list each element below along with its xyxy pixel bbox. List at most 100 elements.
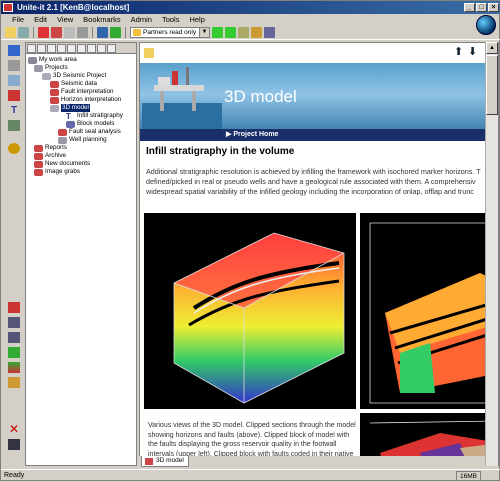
tree-toolbar xyxy=(26,43,136,54)
tree-item-archive[interactable]: Archive xyxy=(34,152,66,160)
model-tab-icon xyxy=(145,458,153,465)
properties-icon[interactable] xyxy=(97,27,108,38)
tree-item-projects[interactable]: Projects xyxy=(34,64,68,72)
tree-folder-icon[interactable] xyxy=(47,44,56,53)
tree-item-3d-seismic-project[interactable]: 3D Seismic Project xyxy=(42,72,106,80)
paste-icon[interactable] xyxy=(77,27,88,38)
tree-item-fault-interpretation[interactable]: Fault interpretation xyxy=(50,88,114,96)
terminal-icon[interactable] xyxy=(8,439,20,450)
title-bar: Unite-it 2.1 [KenB@localhost] _ □ × xyxy=(1,1,500,14)
tree-item-seismic-data[interactable]: Seismic data xyxy=(50,80,97,88)
open-folder-icon[interactable] xyxy=(5,27,16,38)
back-icon[interactable] xyxy=(212,27,223,38)
menu-help[interactable]: Help xyxy=(184,14,209,26)
save-icon[interactable] xyxy=(18,27,29,38)
vertical-scrollbar[interactable]: ▲ xyxy=(485,42,498,466)
project-icon xyxy=(42,72,51,80)
document-toolbar: ⬆ ⬇ xyxy=(140,43,498,63)
tools-icon[interactable] xyxy=(8,143,20,154)
access-filter-value: Partners read only xyxy=(143,29,197,36)
map-icon[interactable] xyxy=(8,362,20,373)
project-tree: My work area Projects 3D Seismic Project… xyxy=(25,42,137,466)
minimize-button[interactable]: _ xyxy=(464,3,475,12)
tree-new-icon[interactable] xyxy=(27,44,36,53)
tree-collapse-icon[interactable] xyxy=(87,44,96,53)
tab-3d-model[interactable]: 3D model xyxy=(141,456,189,467)
arrow-down-icon[interactable]: ⬇ xyxy=(468,45,477,58)
tree-item-new-documents[interactable]: New documents xyxy=(34,160,90,168)
monitor-icon[interactable] xyxy=(8,317,20,328)
grid-icon[interactable] xyxy=(8,45,20,56)
chart-icon[interactable] xyxy=(8,377,20,388)
status-text: Ready xyxy=(4,472,25,479)
copy-icon[interactable] xyxy=(64,27,75,38)
tree-view-icon[interactable] xyxy=(77,44,86,53)
status-bar: Ready 16MB xyxy=(1,469,500,482)
menu-tools[interactable]: Tools xyxy=(157,14,185,26)
tree-doc-icon[interactable] xyxy=(37,44,46,53)
close-panel-icon[interactable] xyxy=(8,302,20,313)
close-button[interactable]: × xyxy=(488,3,499,12)
arrow-up-icon[interactable]: ⬆ xyxy=(454,45,463,58)
chevron-down-icon[interactable]: ▼ xyxy=(199,28,209,37)
forward-icon[interactable] xyxy=(225,27,236,38)
section-heading: Infill stratigraphy in the volume xyxy=(146,146,295,157)
tree-item-block-models[interactable]: Block models xyxy=(66,120,114,128)
menu-view[interactable]: View xyxy=(52,14,78,26)
refresh-icon[interactable] xyxy=(110,27,121,38)
triangle-icon[interactable] xyxy=(8,347,20,358)
menu-bookmarks[interactable]: Bookmarks xyxy=(78,14,126,26)
workarea-icon xyxy=(28,56,37,64)
tree-filter-icon[interactable] xyxy=(67,44,76,53)
print-preview-icon[interactable] xyxy=(8,332,20,343)
block-icon xyxy=(66,120,75,128)
tree-item-well-planning[interactable]: Well planning xyxy=(58,136,107,144)
new-doc-icon xyxy=(34,160,43,168)
home-icon[interactable] xyxy=(251,27,262,38)
main-toolbar: Partners read only ▼ xyxy=(1,26,500,40)
cancel-icon[interactable]: ✕ xyxy=(8,423,20,435)
tree-prev-icon[interactable] xyxy=(97,44,106,53)
tree-home-icon[interactable] xyxy=(57,44,66,53)
access-filter-select[interactable]: Partners read only ▼ xyxy=(130,27,210,38)
breadcrumb-project-home[interactable]: ▶ Project Home xyxy=(140,129,498,141)
tree-item-reports[interactable]: Reports xyxy=(34,144,67,152)
cut-icon[interactable] xyxy=(51,27,62,38)
oil-platform-icon xyxy=(142,67,222,129)
page-banner: 3D model ▶ Project Home xyxy=(140,63,498,141)
scroll-up-icon[interactable]: ▲ xyxy=(486,42,498,54)
tree-item-infill-stratigraphy[interactable]: T Infill stratigraphy xyxy=(66,112,123,120)
history-icon[interactable] xyxy=(238,27,249,38)
app-icon xyxy=(3,3,13,12)
tree-item-3d-model[interactable]: 3D model xyxy=(50,104,90,112)
delete-icon[interactable] xyxy=(38,27,49,38)
intro-paragraph: Additional stratigraphic resolution is a… xyxy=(146,167,481,196)
text-icon[interactable]: T xyxy=(8,105,20,116)
document-tabs: 3D model xyxy=(139,456,485,467)
menu-admin[interactable]: Admin xyxy=(126,14,157,26)
book-icon[interactable] xyxy=(8,90,20,101)
model-image-block xyxy=(360,213,498,409)
horizon-icon xyxy=(50,96,59,104)
fault-icon xyxy=(50,88,59,96)
text-doc-icon: T xyxy=(66,111,71,121)
print-icon[interactable] xyxy=(264,27,275,38)
document-view: ⬆ ⬇ 3D model ▶ Project Home Infill strat… xyxy=(139,42,499,466)
edit-doc-icon[interactable] xyxy=(144,48,154,58)
list-icon[interactable] xyxy=(8,75,20,86)
menu-bar: File Edit View Bookmarks Admin Tools Hel… xyxy=(1,14,500,26)
tree-next-icon[interactable] xyxy=(107,44,116,53)
maximize-button[interactable]: □ xyxy=(476,3,487,12)
tree-item-image-grabs[interactable]: Image grabs xyxy=(34,168,80,176)
scroll-thumb[interactable] xyxy=(486,55,498,115)
page-title: 3D model xyxy=(224,87,297,106)
menu-file[interactable]: File xyxy=(7,14,29,26)
folder-icon xyxy=(34,64,43,72)
tree-item-horizon-interpretation[interactable]: Horizon interpretation xyxy=(50,96,121,104)
audio-icon[interactable] xyxy=(8,120,20,131)
menu-edit[interactable]: Edit xyxy=(29,14,52,26)
documents-icon[interactable] xyxy=(8,60,20,71)
reports-icon xyxy=(34,144,43,152)
tree-item-fault-seal-analysis[interactable]: Fault seal analysis xyxy=(58,128,121,136)
tree-item-my-work-area[interactable]: My work area xyxy=(28,56,77,64)
